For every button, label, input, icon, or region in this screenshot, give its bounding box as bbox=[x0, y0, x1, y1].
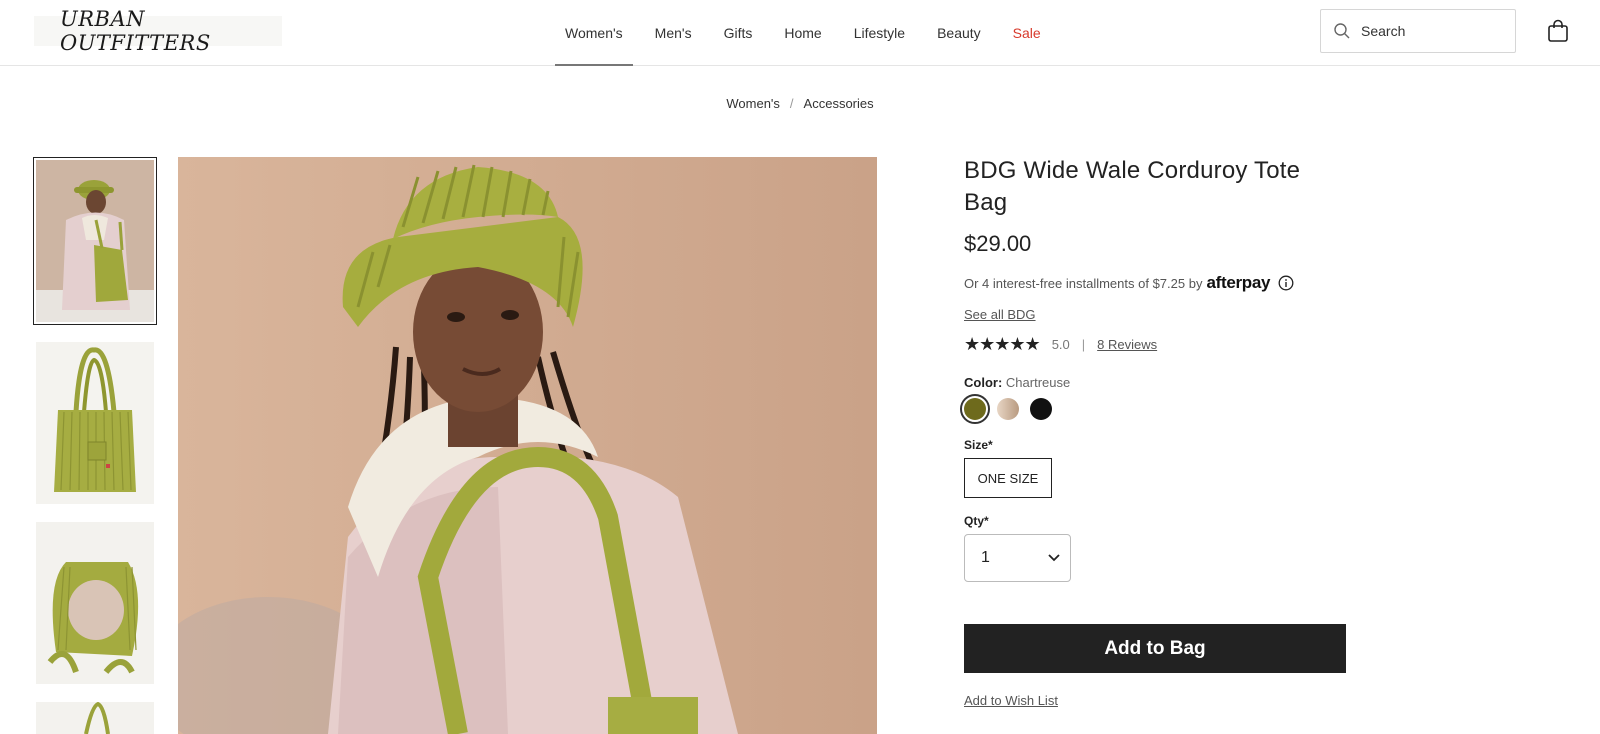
rating-divider: | bbox=[1081, 337, 1086, 352]
see-all-brand-link[interactable]: See all BDG bbox=[964, 307, 1036, 322]
site-header: URBAN OUTFITTERS Women's Men's Gifts Hom… bbox=[0, 0, 1600, 66]
thumbnail-1-model[interactable] bbox=[33, 157, 157, 325]
size-label: Size* bbox=[964, 438, 993, 452]
product-main-image[interactable] bbox=[178, 157, 877, 734]
swatch-chartreuse[interactable] bbox=[960, 394, 990, 424]
chevron-down-icon bbox=[1048, 554, 1060, 562]
nav-womens[interactable]: Women's bbox=[555, 0, 633, 66]
nav-mens[interactable]: Men's bbox=[645, 0, 702, 65]
nav-sale[interactable]: Sale bbox=[1003, 0, 1051, 65]
nav-lifestyle[interactable]: Lifestyle bbox=[844, 0, 915, 65]
color-label: Color: Chartreuse bbox=[964, 375, 1346, 390]
product-title: BDG Wide Wale Corduroy Tote Bag bbox=[964, 157, 1301, 216]
brand-logo-text: URBAN OUTFITTERS bbox=[60, 7, 211, 55]
afterpay-logo: afterpay bbox=[1206, 273, 1271, 292]
search-box[interactable] bbox=[1320, 9, 1516, 53]
rating-score: 5.0 bbox=[1051, 337, 1070, 352]
info-icon[interactable] bbox=[1278, 275, 1294, 291]
breadcrumb-accessories[interactable]: Accessories bbox=[804, 96, 874, 111]
afterpay-text: Or 4 interest-free installments of $7.25… bbox=[964, 275, 1203, 291]
quantity-value: 1 bbox=[981, 549, 990, 566]
quantity-select[interactable]: 1 bbox=[964, 534, 1071, 582]
brand-logo[interactable]: URBAN OUTFITTERS bbox=[34, 7, 282, 55]
breadcrumb-womens[interactable]: Women's bbox=[726, 96, 780, 111]
breadcrumb: Women's / Accessories bbox=[0, 96, 1600, 111]
search-input[interactable] bbox=[1361, 23, 1501, 39]
color-label-key: Color: bbox=[964, 375, 1003, 390]
color-label-value: Chartreuse bbox=[1005, 375, 1071, 390]
product-rating: ★★★★★ 5.0 | 8 Reviews bbox=[964, 334, 1346, 355]
reviews-link[interactable]: 8 Reviews bbox=[1097, 337, 1157, 352]
nav-beauty[interactable]: Beauty bbox=[927, 0, 991, 65]
afterpay-line: Or 4 interest-free installments of $7.25… bbox=[964, 273, 1346, 293]
product-price: $29.00 bbox=[964, 231, 1032, 256]
add-to-wishlist-link[interactable]: Add to Wish List bbox=[964, 693, 1058, 708]
add-to-bag-button[interactable]: Add to Bag bbox=[964, 624, 1346, 673]
size-option-button[interactable]: ONE SIZE bbox=[964, 458, 1052, 498]
thumbnail-4[interactable] bbox=[36, 702, 154, 734]
shopping-bag-icon[interactable] bbox=[1547, 19, 1569, 43]
nav-home[interactable]: Home bbox=[774, 0, 831, 65]
product-info-panel: BDG Wide Wale Corduroy Tote Bag $29.00 O… bbox=[960, 155, 1346, 710]
qty-label: Qty* bbox=[964, 514, 989, 528]
nav-gifts[interactable]: Gifts bbox=[714, 0, 763, 65]
thumbnail-3-bag-open[interactable] bbox=[36, 522, 154, 684]
rating-stars-icon: ★★★★★ bbox=[964, 334, 1041, 354]
breadcrumb-separator: / bbox=[789, 96, 794, 111]
search-icon bbox=[1334, 23, 1350, 39]
swatch-black[interactable] bbox=[1030, 398, 1052, 420]
main-nav: Women's Men's Gifts Home Lifestyle Beaut… bbox=[555, 0, 1063, 66]
thumbnail-2-bag-front[interactable] bbox=[36, 342, 154, 504]
swatch-neutral[interactable] bbox=[997, 398, 1019, 420]
color-swatches bbox=[960, 394, 1346, 424]
